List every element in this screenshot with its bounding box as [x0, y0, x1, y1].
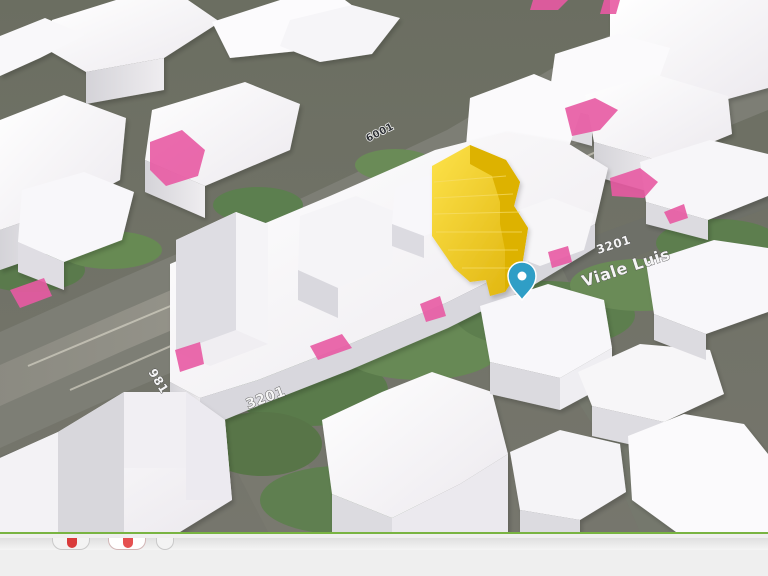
location-pin-center — [517, 271, 527, 281]
3d-city-map[interactable]: 6001 3201 Viale Luis 981 3201 — [0, 0, 768, 532]
map-svg: 6001 3201 Viale Luis 981 3201 — [0, 0, 768, 532]
map-control-1-icon — [67, 538, 77, 548]
map-view[interactable]: 6001 3201 Viale Luis 981 3201 — [0, 0, 768, 576]
map-control-2[interactable] — [108, 538, 146, 550]
map-control-1[interactable] — [52, 538, 90, 550]
bottom-toolbar — [0, 532, 768, 576]
map-control-2-icon — [123, 538, 133, 548]
